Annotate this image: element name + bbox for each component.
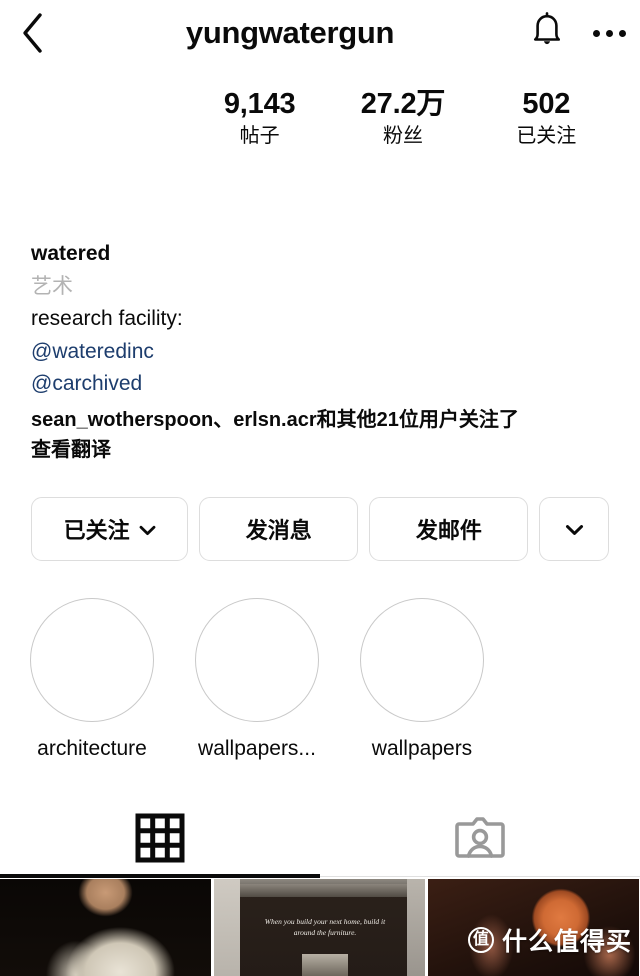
chevron-left-icon	[19, 11, 45, 55]
stat-followers-label: 粉丝	[382, 125, 423, 148]
highlight-cover	[360, 598, 484, 722]
stat-posts[interactable]: 9,143 帖子	[206, 88, 314, 151]
avatar-image	[24, 76, 164, 216]
highlight-architecture[interactable]: architecture	[30, 598, 154, 761]
email-button[interactable]: 发邮件	[369, 497, 529, 561]
story-highlights-row: architecture wallpapers... wallpapers	[30, 598, 630, 761]
highlight-cover	[30, 598, 154, 722]
avatar[interactable]	[0, 66, 188, 226]
post-grid: When you build your next home, build it …	[0, 879, 640, 976]
bio-section: watered 艺术 research facility: @wateredin…	[31, 238, 609, 465]
highlight-wallpapers-2[interactable]: wallpapers	[360, 598, 484, 761]
notification-bell-icon	[529, 11, 565, 56]
bio-display-name: watered	[31, 242, 111, 265]
mutual-followers-text[interactable]: sean_wotherspoon、erlsn.acr和其他21位用户关注了	[31, 405, 591, 435]
stat-posts-label: 帖子	[239, 125, 280, 148]
notifications-button[interactable]	[516, 0, 578, 66]
highlight-cover	[195, 598, 319, 722]
watermark: 值 什么值得买	[467, 922, 632, 958]
tagged-person-icon	[455, 813, 505, 868]
bio-category: 艺术	[31, 274, 73, 298]
chevron-down-icon	[139, 516, 156, 542]
following-button-label: 已关注	[63, 518, 130, 543]
bio-text-line: research facility:	[31, 307, 183, 331]
see-translation-link[interactable]: 查看翻译	[31, 435, 609, 465]
bio-mention-carchived[interactable]: @carchived	[31, 368, 609, 401]
stat-following[interactable]: 502 已关注	[492, 88, 600, 151]
following-button[interactable]: 已关注	[31, 497, 189, 561]
profile-tabs	[0, 806, 640, 874]
username-text: yungwatergun	[185, 15, 395, 50]
more-options-icon	[592, 29, 626, 37]
profile-title: yungwatergun	[64, 15, 516, 51]
back-button[interactable]	[0, 0, 64, 66]
profile-header: 9,143 帖子 27.2万 粉丝 502 已关注	[0, 66, 640, 226]
instagram-profile-screen: yungwatergun 9,143 帖子 27.2万 粉丝 502 已关注 w…	[0, 0, 640, 976]
message-button-label: 发消息	[245, 518, 312, 543]
watermark-badge-icon: 值	[467, 927, 494, 953]
stat-followers[interactable]: 27.2万 粉丝	[349, 88, 457, 151]
stat-followers-value: 27.2万	[360, 88, 446, 120]
highlight-label: architecture	[37, 737, 147, 760]
watermark-text: 什么值得买	[501, 928, 632, 956]
post-image	[0, 879, 211, 976]
tab-grid[interactable]	[0, 806, 320, 874]
stats-row: 9,143 帖子 27.2万 粉丝 502 已关注	[188, 66, 640, 151]
bio-mention-wateredinc[interactable]: @wateredinc	[31, 336, 609, 369]
post-overlay-quote: When you build your next home, build it …	[264, 917, 386, 937]
post-thumbnail[interactable]: When you build your next home, build it …	[214, 879, 425, 976]
highlight-label: wallpapers...	[198, 737, 316, 760]
tab-tagged[interactable]	[320, 806, 640, 874]
active-tab-indicator	[0, 874, 320, 878]
more-options-button[interactable]	[578, 0, 640, 66]
highlight-label: wallpapers	[371, 737, 473, 760]
post-thumbnail[interactable]	[0, 879, 211, 976]
post-image: When you build your next home, build it …	[214, 879, 425, 976]
message-button[interactable]: 发消息	[199, 497, 359, 561]
top-navigation-bar: yungwatergun	[0, 0, 640, 66]
post-thumbnail[interactable]: 值 什么值得买	[428, 879, 639, 976]
chevron-down-icon	[565, 516, 584, 542]
email-button-label: 发邮件	[415, 518, 482, 543]
post-image: 值 什么值得买	[428, 879, 639, 976]
stat-following-value: 502	[522, 88, 571, 120]
stat-posts-value: 9,143	[223, 88, 296, 120]
more-actions-button[interactable]	[539, 497, 610, 561]
grid-icon	[135, 813, 185, 868]
action-buttons-row: 已关注 发消息 发邮件	[31, 497, 610, 561]
highlight-wallpapers-1[interactable]: wallpapers...	[195, 598, 319, 761]
tab-divider	[320, 876, 640, 877]
stat-following-label: 已关注	[516, 125, 577, 148]
